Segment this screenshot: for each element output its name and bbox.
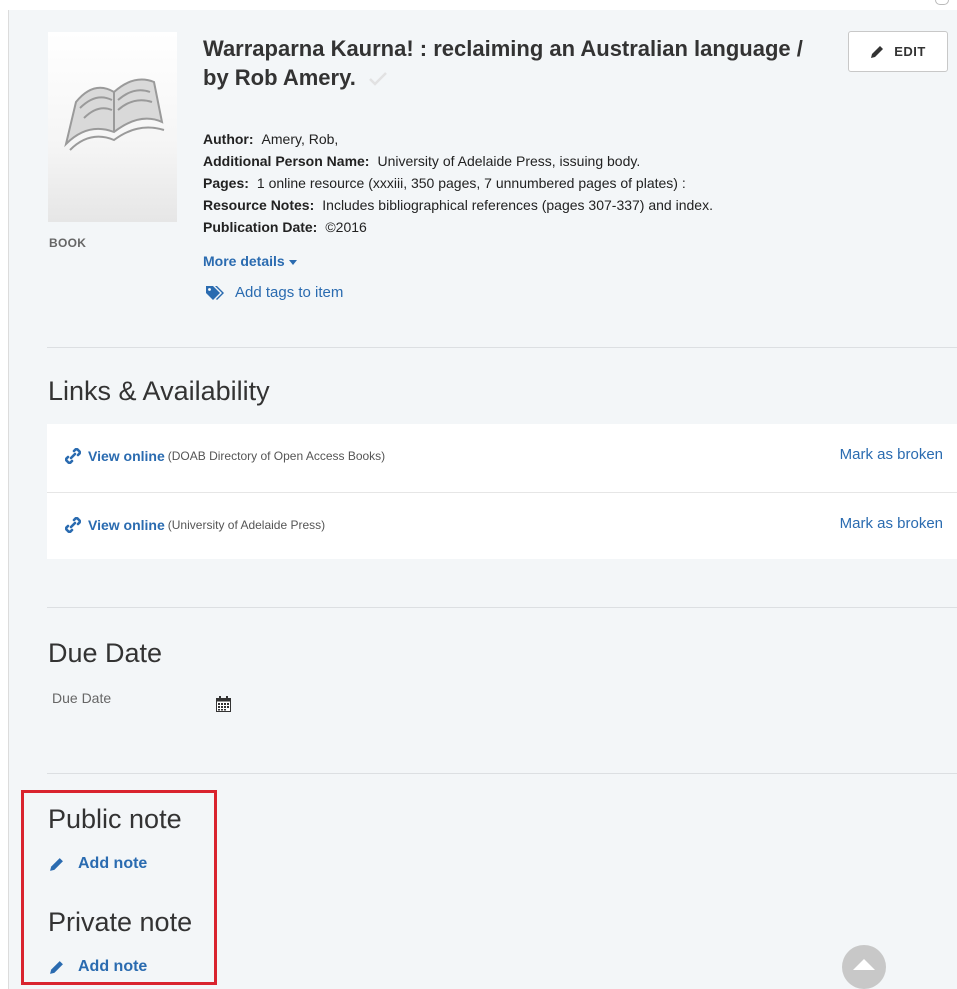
tags-icon — [206, 285, 224, 300]
field-author: Author: Amery, Rob, — [203, 129, 338, 149]
notes-highlight-box — [21, 790, 217, 985]
book-thumbnail — [48, 32, 177, 222]
view-online-label[interactable]: View online — [88, 517, 165, 533]
field-label: Additional Person Name: — [203, 153, 370, 169]
link-source: (DOAB Directory of Open Access Books) — [167, 449, 386, 463]
link-source: (University of Adelaide Press) — [167, 518, 326, 532]
field-value: Includes bibliographical references (pag… — [322, 197, 713, 213]
add-tags-link[interactable]: Add tags to item — [205, 284, 343, 301]
field-value: University of Adelaide Press, issuing bo… — [377, 153, 641, 169]
top-strip — [0, 0, 957, 11]
field-value: 1 online resource (xxxiii, 350 pages, 7 … — [256, 175, 686, 191]
record-title[interactable]: Warraparna Kaurna! : reclaiming an Austr… — [203, 34, 813, 94]
add-tags-label: Add tags to item — [235, 284, 344, 301]
view-online-link[interactable]: View online (DOAB Directory of Open Acce… — [65, 448, 385, 464]
top-edge-icon — [935, 0, 949, 5]
field-additional-person: Additional Person Name: University of Ade… — [203, 151, 640, 171]
edit-button-label: EDIT — [894, 44, 926, 59]
caret-down-icon — [288, 259, 297, 265]
calendar-icon[interactable] — [216, 696, 231, 717]
link-icon — [65, 448, 81, 464]
view-online-label[interactable]: View online — [88, 448, 165, 464]
edit-button[interactable]: EDIT — [848, 31, 948, 72]
field-publication-date: Publication Date: ©2016 — [203, 217, 367, 237]
check-icon — [368, 65, 388, 94]
field-label: Resource Notes: — [203, 197, 315, 213]
record-title-text[interactable]: Warraparna Kaurna! : reclaiming an Austr… — [203, 36, 803, 90]
field-value: ©2016 — [325, 219, 367, 235]
pencil-icon — [871, 45, 884, 58]
open-book-icon — [64, 78, 165, 151]
mark-as-broken-link[interactable]: Mark as broken — [840, 446, 943, 463]
due-date-heading: Due Date — [48, 638, 163, 668]
links-availability-heading: Links & Availability — [48, 376, 270, 406]
mark-as-broken-link[interactable]: Mark as broken — [840, 515, 943, 532]
section-divider — [47, 773, 957, 774]
link-icon — [65, 517, 81, 533]
link-row: View online (University of Adelaide Pres… — [47, 492, 957, 560]
chevron-up-icon — [853, 959, 875, 970]
scroll-to-top-button[interactable] — [842, 945, 886, 989]
field-label: Pages: — [203, 175, 249, 191]
field-label: Author: — [203, 131, 254, 147]
field-pages: Pages: 1 online resource (xxxiii, 350 pag… — [203, 173, 686, 193]
links-panel: View online (DOAB Directory of Open Acce… — [47, 424, 957, 559]
view-online-link[interactable]: View online (University of Adelaide Pres… — [65, 517, 325, 533]
due-date-field-label: Due Date — [52, 690, 112, 706]
section-divider — [47, 347, 957, 348]
more-details-toggle[interactable]: More details — [203, 253, 297, 269]
field-label: Publication Date: — [203, 219, 318, 235]
resource-type-label: BOOK — [49, 236, 87, 250]
section-divider — [47, 607, 957, 608]
field-resource-notes: Resource Notes: Includes bibliographical … — [203, 195, 713, 215]
field-value: Amery, Rob, — [261, 131, 339, 147]
link-row: View online (DOAB Directory of Open Acce… — [47, 424, 957, 491]
more-details-label: More details — [203, 253, 285, 269]
